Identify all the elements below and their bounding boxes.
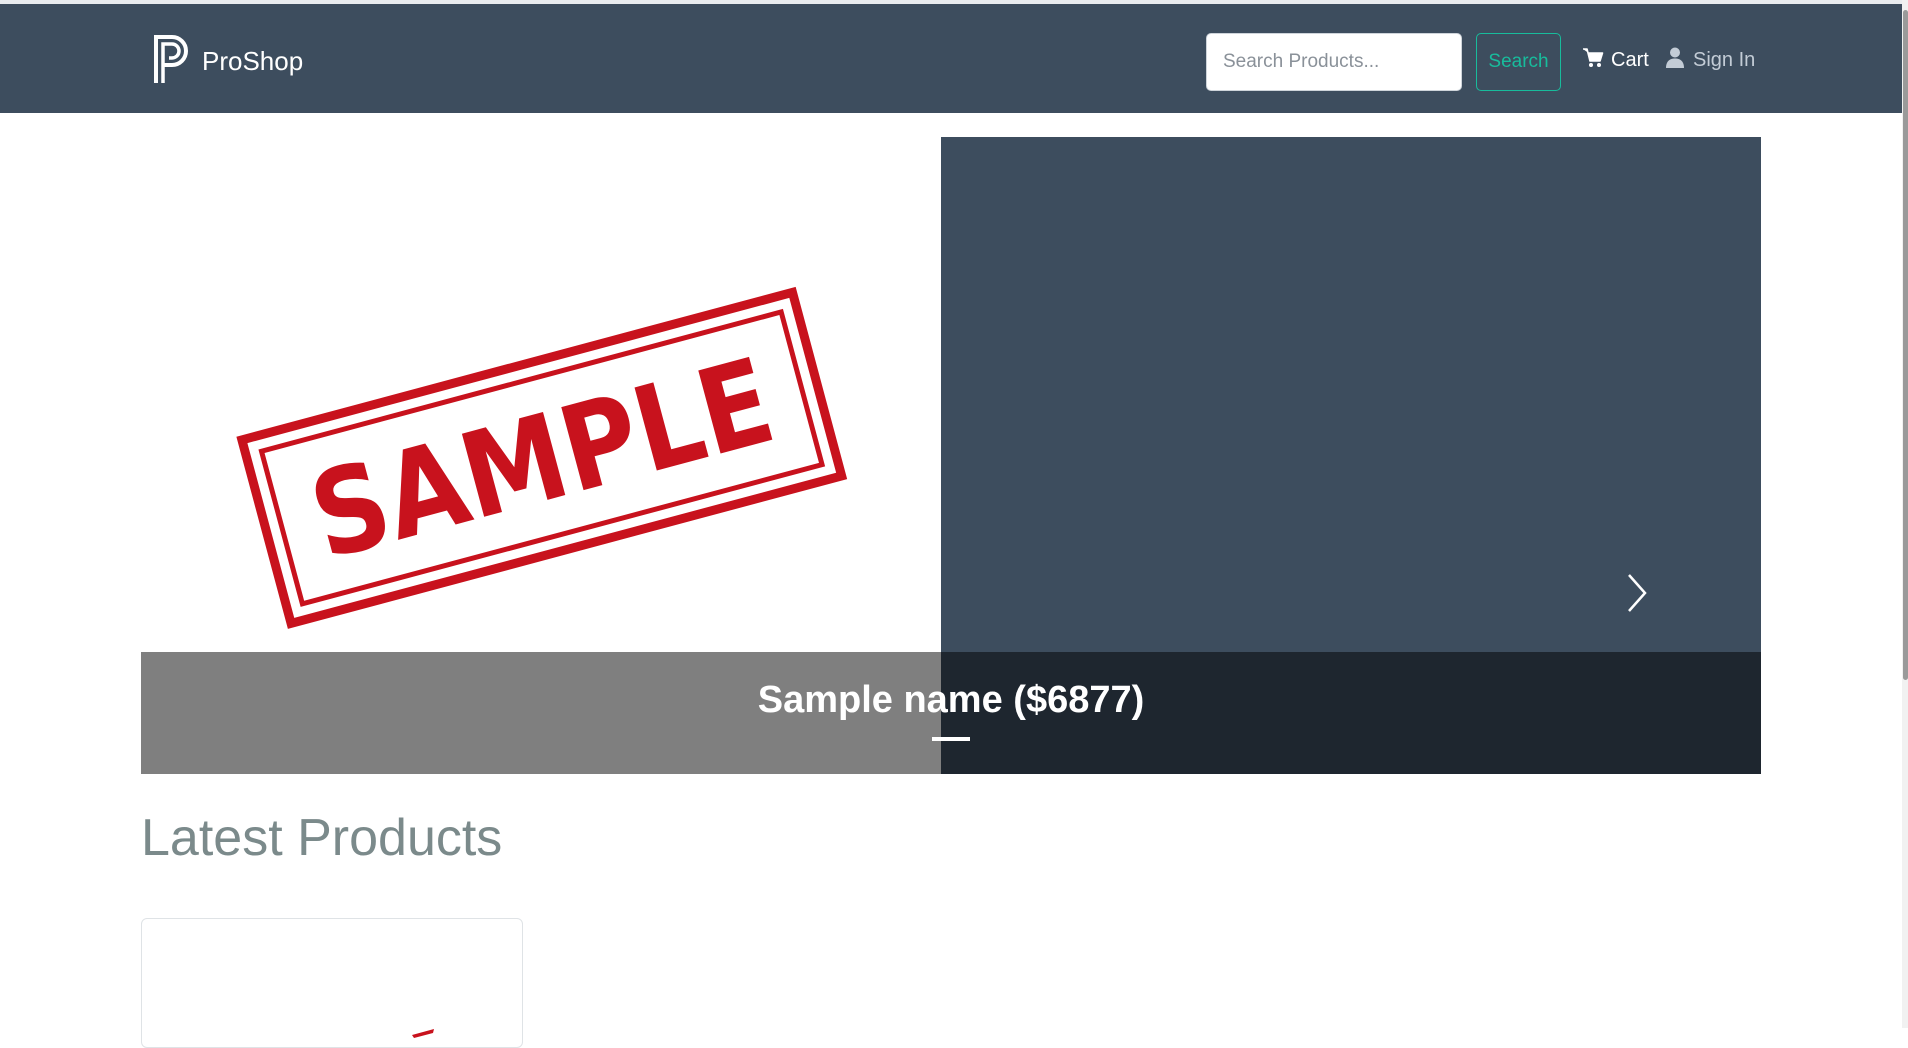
product-carousel: SAMPLE Sample name ($6877) — [141, 137, 1761, 774]
brand-link[interactable]: ProShop — [152, 34, 303, 88]
user-icon — [1664, 46, 1686, 74]
scrollbar-thumb[interactable] — [1903, 10, 1908, 680]
carousel-next-button[interactable] — [1613, 565, 1661, 621]
sign-in-link[interactable]: Sign In — [1664, 44, 1755, 76]
brand-name: ProShop — [202, 45, 304, 76]
latest-products-heading: Latest Products — [141, 809, 503, 867]
sign-in-label: Sign In — [1693, 48, 1756, 71]
sample-stamp-text: SAMPLE — [297, 331, 787, 586]
carousel-caption: Sample name ($6877) — [757, 679, 1145, 721]
shopping-cart-icon — [1582, 46, 1604, 74]
cart-link[interactable]: Cart — [1582, 44, 1649, 76]
navbar: ProShop Search Cart Sign In — [0, 4, 1902, 113]
chevron-right-icon — [1613, 574, 1661, 624]
cart-label: Cart — [1611, 48, 1649, 71]
product-card-image — [412, 1029, 434, 1038]
product-card[interactable] — [141, 918, 523, 1048]
proshop-logo-icon — [152, 33, 192, 90]
search-input[interactable] — [1206, 33, 1462, 91]
carousel-indicator-1[interactable] — [932, 737, 970, 741]
search-button[interactable]: Search — [1476, 33, 1561, 91]
